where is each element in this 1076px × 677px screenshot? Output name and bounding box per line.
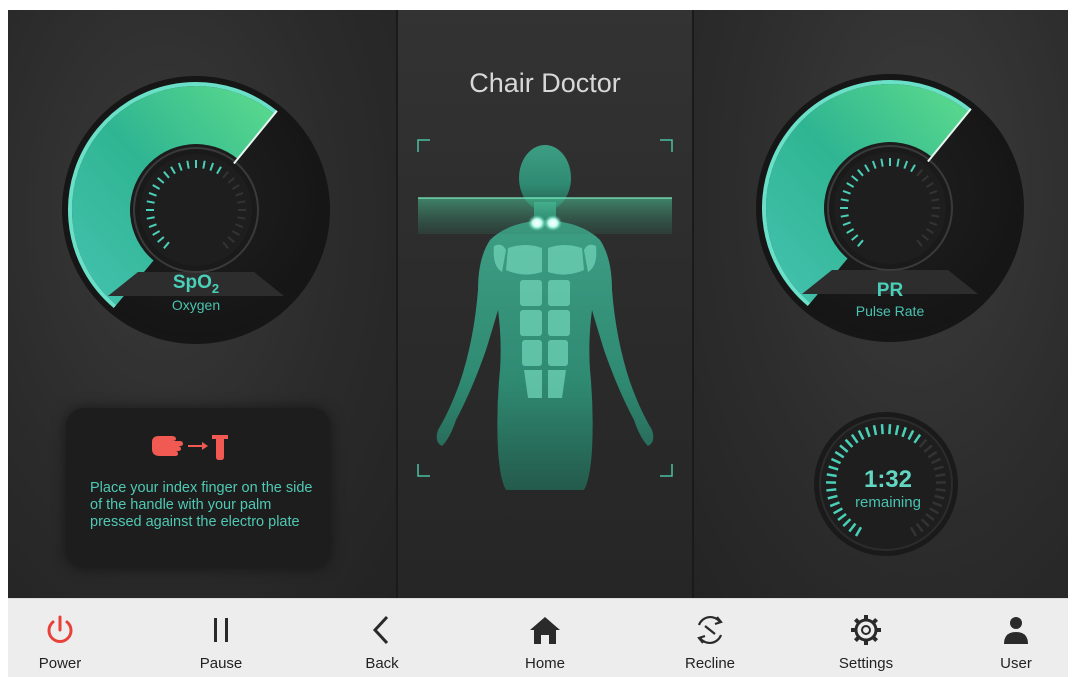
gauge-tick bbox=[237, 201, 245, 202]
timer-value: 1:32 bbox=[814, 466, 962, 494]
body-scan-figure bbox=[398, 10, 692, 598]
main-screen: SpO2 Oxygen Place your index finger on t… bbox=[8, 10, 1068, 598]
instruction-text: Place your index finger on the side of t… bbox=[90, 480, 322, 531]
chevron-left-icon bbox=[365, 613, 399, 647]
instruction-card: Place your index finger on the side of t… bbox=[66, 408, 330, 568]
back-label: Back bbox=[332, 655, 432, 672]
power-button[interactable]: Power bbox=[10, 599, 110, 677]
settings-label: Settings bbox=[816, 655, 916, 672]
body-silhouette bbox=[437, 145, 654, 490]
gauge-tick bbox=[237, 217, 245, 218]
pause-button[interactable]: Pause bbox=[171, 599, 271, 677]
timer-readout: 1:32 remaining bbox=[814, 466, 962, 511]
spo2-subscript: 2 bbox=[212, 281, 219, 296]
chair-doctor-panel: Chair Doctor bbox=[398, 10, 692, 598]
scan-point bbox=[528, 215, 546, 231]
recline-icon bbox=[693, 613, 727, 647]
pause-label: Pause bbox=[171, 655, 271, 672]
recline-label: Recline bbox=[660, 655, 760, 672]
recline-button[interactable]: Recline bbox=[660, 599, 760, 677]
home-icon bbox=[528, 613, 562, 647]
spo2-subtitle: Oxygen bbox=[126, 297, 266, 313]
gauge-tick bbox=[147, 217, 155, 218]
spo2-title: SpO bbox=[173, 272, 212, 293]
hand-to-handle-icon bbox=[150, 430, 240, 460]
power-icon bbox=[43, 613, 77, 647]
timer-tick bbox=[889, 424, 890, 434]
scan-point bbox=[544, 215, 562, 231]
user-button[interactable]: User bbox=[966, 599, 1066, 677]
power-label: Power bbox=[10, 655, 110, 672]
home-button[interactable]: Home bbox=[495, 599, 595, 677]
user-icon bbox=[999, 613, 1033, 647]
timer-tick bbox=[882, 424, 883, 434]
app-window: SpO2 Oxygen Place your index finger on t… bbox=[0, 0, 1076, 676]
bottom-nav-bar: Power Pause Back Home bbox=[8, 598, 1068, 677]
gauge-tick bbox=[203, 161, 204, 169]
user-label: User bbox=[966, 655, 1066, 672]
timer-remaining-label: remaining bbox=[814, 494, 962, 511]
spo2-label: SpO2 Oxygen bbox=[126, 272, 266, 313]
home-label: Home bbox=[495, 655, 595, 672]
back-button[interactable]: Back bbox=[332, 599, 432, 677]
scan-band bbox=[418, 198, 672, 234]
gauge-tick bbox=[147, 201, 155, 202]
gauge-tick bbox=[187, 161, 188, 169]
settings-button[interactable]: Settings bbox=[816, 599, 916, 677]
spo2-panel: SpO2 Oxygen Place your index finger on t… bbox=[8, 10, 396, 598]
pause-icon bbox=[204, 613, 238, 647]
gear-icon bbox=[849, 613, 883, 647]
